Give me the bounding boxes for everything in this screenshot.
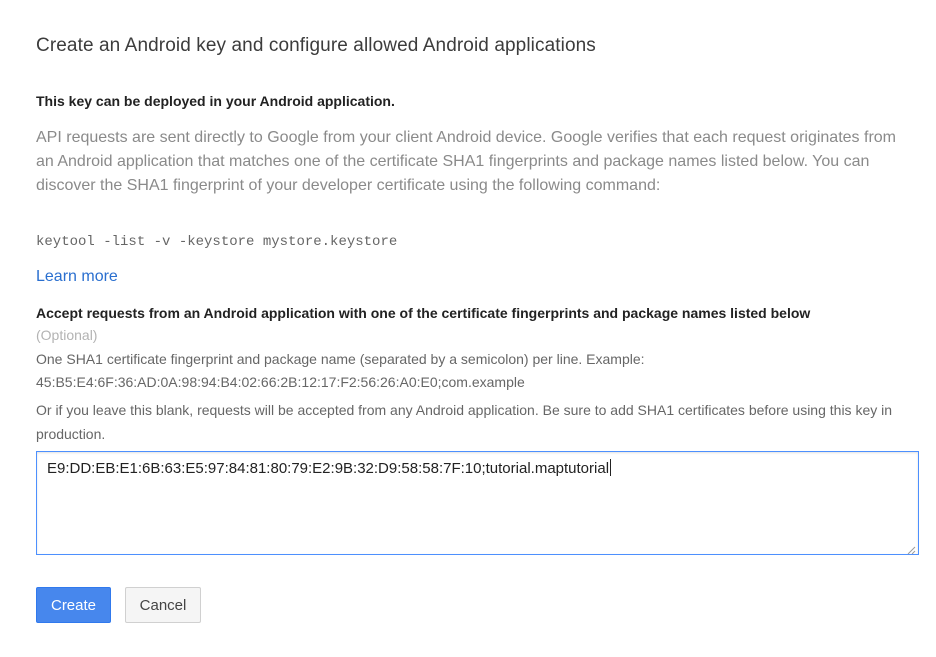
- optional-hint: (Optional): [36, 327, 98, 343]
- fingerprints-textarea-value[interactable]: E9:DD:EB:E1:6B:63:E5:97:84:81:80:79:E2:9…: [47, 459, 612, 477]
- text-caret: [610, 459, 612, 476]
- cancel-button[interactable]: Cancel: [125, 587, 201, 623]
- key-deploy-heading: This key can be deployed in your Android…: [36, 93, 395, 109]
- blank-warning-text: Or if you leave this blank, requests wil…: [36, 402, 893, 442]
- learn-more-link[interactable]: Learn more: [36, 268, 118, 286]
- dialog-title: Create an Android key and configure allo…: [36, 35, 596, 56]
- key-description: API requests are sent directly to Google…: [36, 129, 896, 194]
- fingerprints-value-text: E9:DD:EB:E1:6B:63:E5:97:84:81:80:79:E2:9…: [47, 460, 610, 477]
- create-button[interactable]: Create: [36, 587, 111, 623]
- resize-grip-icon[interactable]: [906, 542, 916, 555]
- fingerprints-label: Accept requests from an Android applicat…: [36, 305, 811, 321]
- fingerprint-example: 45:B5:E4:6F:36:AD:0A:98:94:B4:02:66:2B:1…: [36, 374, 525, 390]
- fingerprints-textarea[interactable]: E9:DD:EB:E1:6B:63:E5:97:84:81:80:79:E2:9…: [36, 451, 919, 555]
- keytool-command: keytool -list -v -keystore mystore.keyst…: [36, 234, 398, 250]
- fingerprint-help-text: One SHA1 certificate fingerprint and pac…: [36, 351, 645, 367]
